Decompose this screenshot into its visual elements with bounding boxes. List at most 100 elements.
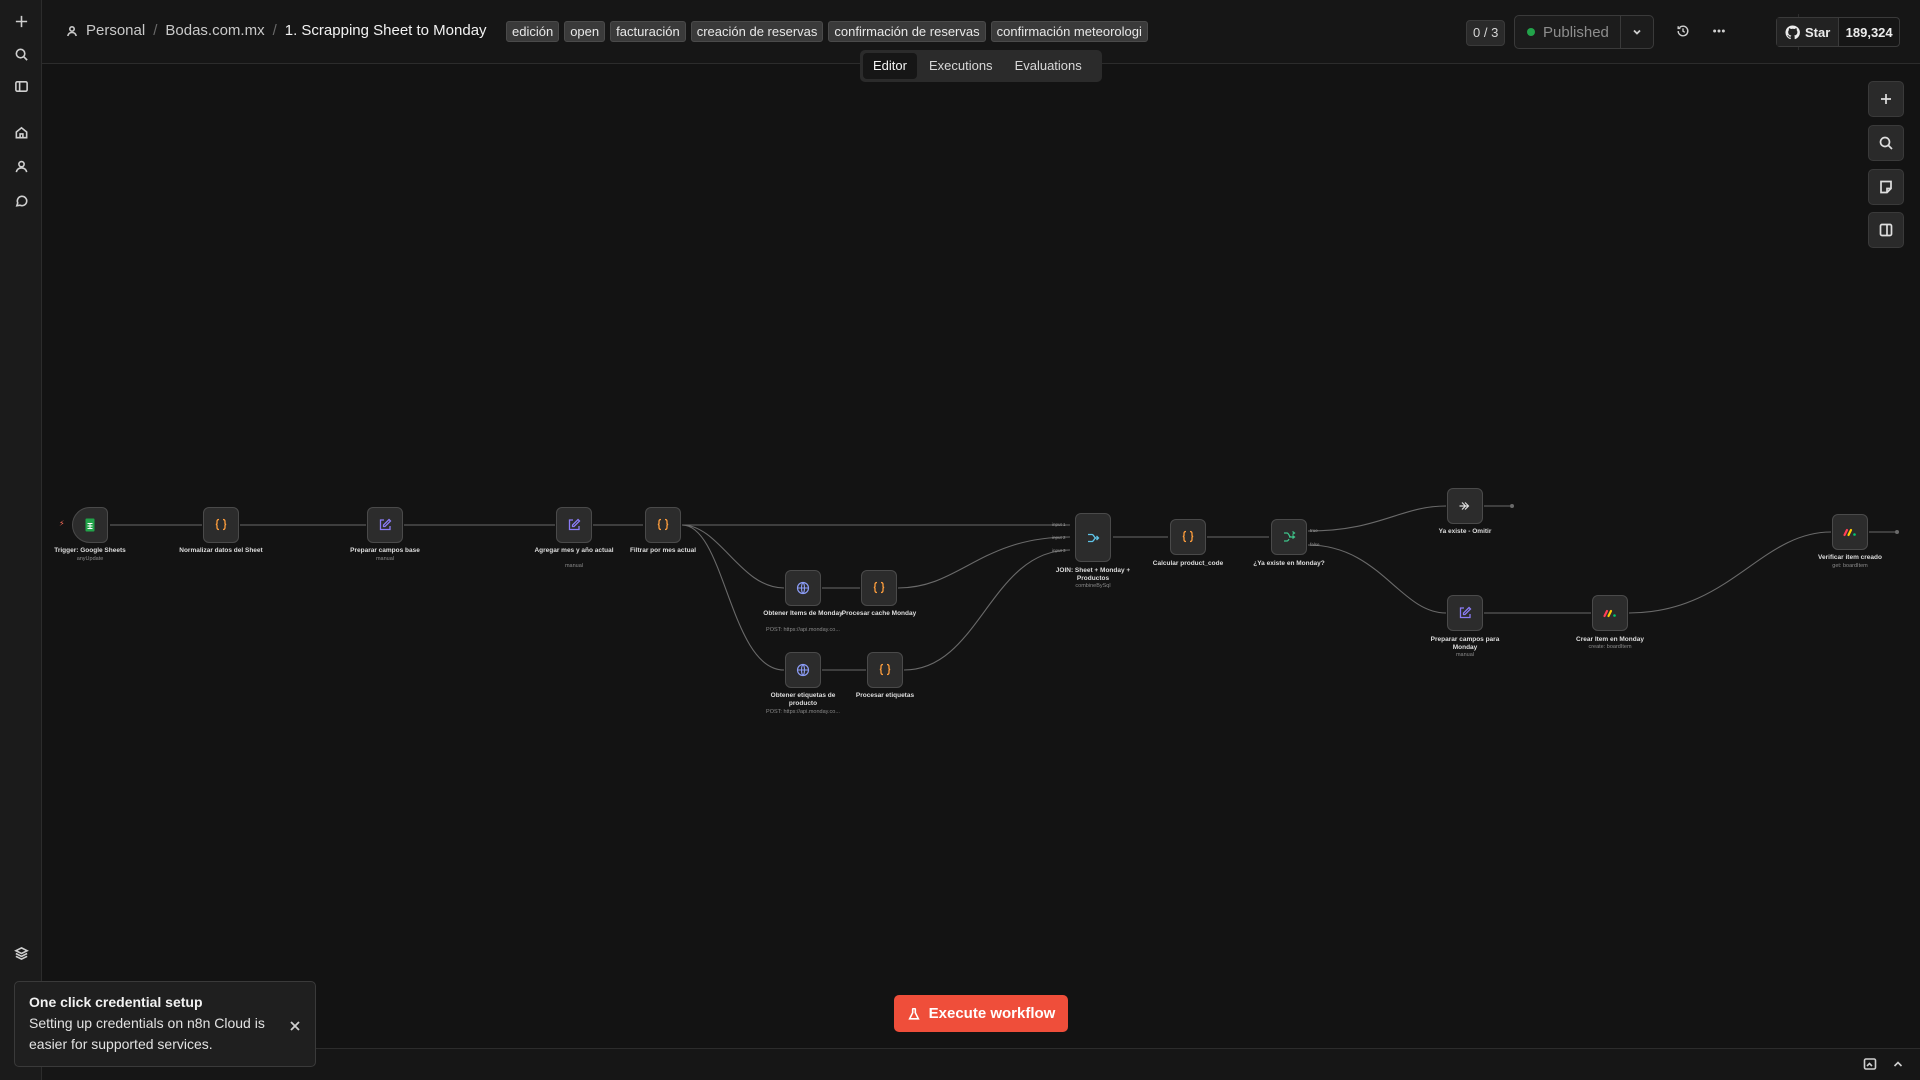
sticky-note-button[interactable] <box>1868 169 1904 205</box>
history-icon[interactable] <box>1674 22 1692 40</box>
left-sidebar <box>0 0 42 1080</box>
tab-editor[interactable]: Editor <box>863 53 917 79</box>
more-options-icon[interactable] <box>1710 22 1728 40</box>
add-node-button[interactable] <box>1868 81 1904 117</box>
connection <box>681 524 785 589</box>
node-get-tags-box[interactable] <box>785 652 821 688</box>
breadcrumb-project[interactable]: Personal <box>86 22 145 39</box>
node-title: Procesar etiquetas <box>855 692 915 699</box>
code-icon <box>657 518 669 531</box>
node-join-box[interactable] <box>1075 513 1111 562</box>
tag-list[interactable]: edición open facturación creación de res… <box>506 21 1148 42</box>
github-star-count: 189,324 <box>1845 24 1893 40</box>
node-verify-item-box[interactable] <box>1832 514 1868 550</box>
node-title: Ya existe - Omitir <box>1438 528 1492 535</box>
edit-icon <box>1459 606 1472 619</box>
node-subtitle: anyUpdate <box>76 556 104 562</box>
globe-icon <box>796 581 810 595</box>
edit-icon <box>568 518 581 531</box>
node-title: ¿Ya existe en Monday? <box>1253 560 1325 567</box>
sidebar-toggle-icon[interactable] <box>11 76 31 96</box>
node-trigger-box[interactable] <box>72 507 108 543</box>
breadcrumb-separator: / <box>153 22 158 39</box>
tag[interactable]: edición <box>506 21 560 42</box>
close-icon[interactable] <box>289 1019 303 1033</box>
node-title: Preparar campos base <box>350 547 420 554</box>
github-star-button[interactable]: Star 189,324 <box>1776 17 1900 47</box>
publish-dropdown-button[interactable] <box>1621 16 1653 48</box>
chevron-up-icon[interactable] <box>1891 1057 1905 1071</box>
evaluation-counter[interactable]: 0 / 3 <box>1466 20 1506 46</box>
node-skip-box[interactable] <box>1447 488 1483 524</box>
node-title: Agregar mes y año actual <box>534 547 614 554</box>
workflow-connections <box>110 504 1899 671</box>
node-title: Filtrar por mes actual <box>629 547 697 554</box>
node-title: Preparar campos para Monday <box>1430 636 1500 651</box>
tag[interactable]: confirmación de reservas <box>828 21 986 42</box>
add-icon[interactable] <box>11 11 31 31</box>
connection <box>897 536 1071 589</box>
node-calc-code-box[interactable] <box>1170 519 1206 555</box>
templates-icon[interactable] <box>11 943 31 963</box>
arrow-right-icon <box>1459 502 1470 510</box>
logs-bar[interactable] <box>42 1048 1920 1080</box>
code-icon <box>1182 530 1194 543</box>
credential-setup-toast: One click credential setup Setting up cr… <box>14 981 316 1067</box>
toggle-panel-button[interactable] <box>1868 212 1904 248</box>
flask-icon <box>907 1007 920 1020</box>
monday-icon <box>1603 609 1616 618</box>
node-add-month-box[interactable] <box>556 507 592 543</box>
merge-icon <box>1088 533 1100 542</box>
node-exists-box[interactable] <box>1271 519 1307 555</box>
port-label: input 2 <box>1052 535 1066 540</box>
port-label: true <box>1310 528 1318 533</box>
publish-label: Published <box>1543 23 1609 41</box>
port-label: false <box>1310 542 1320 547</box>
globe-icon <box>796 663 810 677</box>
open-logs-icon[interactable] <box>1863 1057 1877 1071</box>
tag[interactable]: facturación <box>610 21 686 42</box>
github-star[interactable]: Star <box>1777 18 1840 46</box>
breadcrumb-separator: / <box>272 22 277 39</box>
node-title: Calcular product_code <box>1152 560 1224 567</box>
home-icon[interactable] <box>11 122 31 142</box>
node-title: Verificar item creado <box>1818 554 1882 561</box>
edit-icon <box>379 518 392 531</box>
published-status-dot <box>1527 28 1535 36</box>
node-subtitle: manual <box>375 556 395 562</box>
tag[interactable]: confirmación meteorologi <box>990 21 1148 42</box>
publish-button[interactable]: Published <box>1515 16 1621 48</box>
search-icon <box>1879 136 1893 150</box>
node-normalize-box[interactable] <box>203 507 239 543</box>
node-subtitle: combineBySql <box>1075 583 1111 589</box>
node-proc-tags-box[interactable] <box>867 652 903 688</box>
publish-control[interactable]: Published <box>1514 15 1654 49</box>
breadcrumb-folder[interactable]: Bodas.com.mx <box>165 22 264 39</box>
execute-workflow-button[interactable]: Execute workflow <box>894 995 1068 1032</box>
node-filter-month-box[interactable] <box>645 507 681 543</box>
github-icon <box>1785 24 1800 39</box>
node-prep-monday-box[interactable] <box>1447 595 1483 631</box>
workflow-title[interactable]: 1. Scrapping Sheet to Monday <box>285 22 487 39</box>
chat-icon[interactable] <box>11 191 31 211</box>
if-icon <box>1284 531 1296 542</box>
tab-executions[interactable]: Executions <box>919 53 1003 79</box>
tag[interactable]: open <box>564 21 606 42</box>
node-title: JOIN: Sheet + Monday + Productos <box>1055 567 1131 582</box>
node-proc-cache-box[interactable] <box>861 570 897 606</box>
node-create-item-box[interactable] <box>1592 595 1628 631</box>
view-tabs: Editor Executions Evaluations <box>860 50 1102 82</box>
node-get-items-box[interactable] <box>785 570 821 606</box>
toast-title: One click credential setup <box>29 994 203 1010</box>
search-nodes-button[interactable] <box>1868 125 1904 161</box>
connection <box>1307 544 1447 614</box>
user-icon[interactable] <box>11 156 31 176</box>
tab-evaluations[interactable]: Evaluations <box>1005 53 1092 79</box>
breadcrumb: Personal / Bodas.com.mx / 1. Scrapping S… <box>66 22 487 39</box>
tag[interactable]: creación de reservas <box>690 21 824 42</box>
node-prep-base-box[interactable] <box>367 507 403 543</box>
search-icon[interactable] <box>11 44 31 64</box>
node-title: Normalizar datos del Sheet <box>179 547 263 554</box>
port-label: input 1 <box>1052 522 1066 527</box>
connection <box>903 549 1071 671</box>
